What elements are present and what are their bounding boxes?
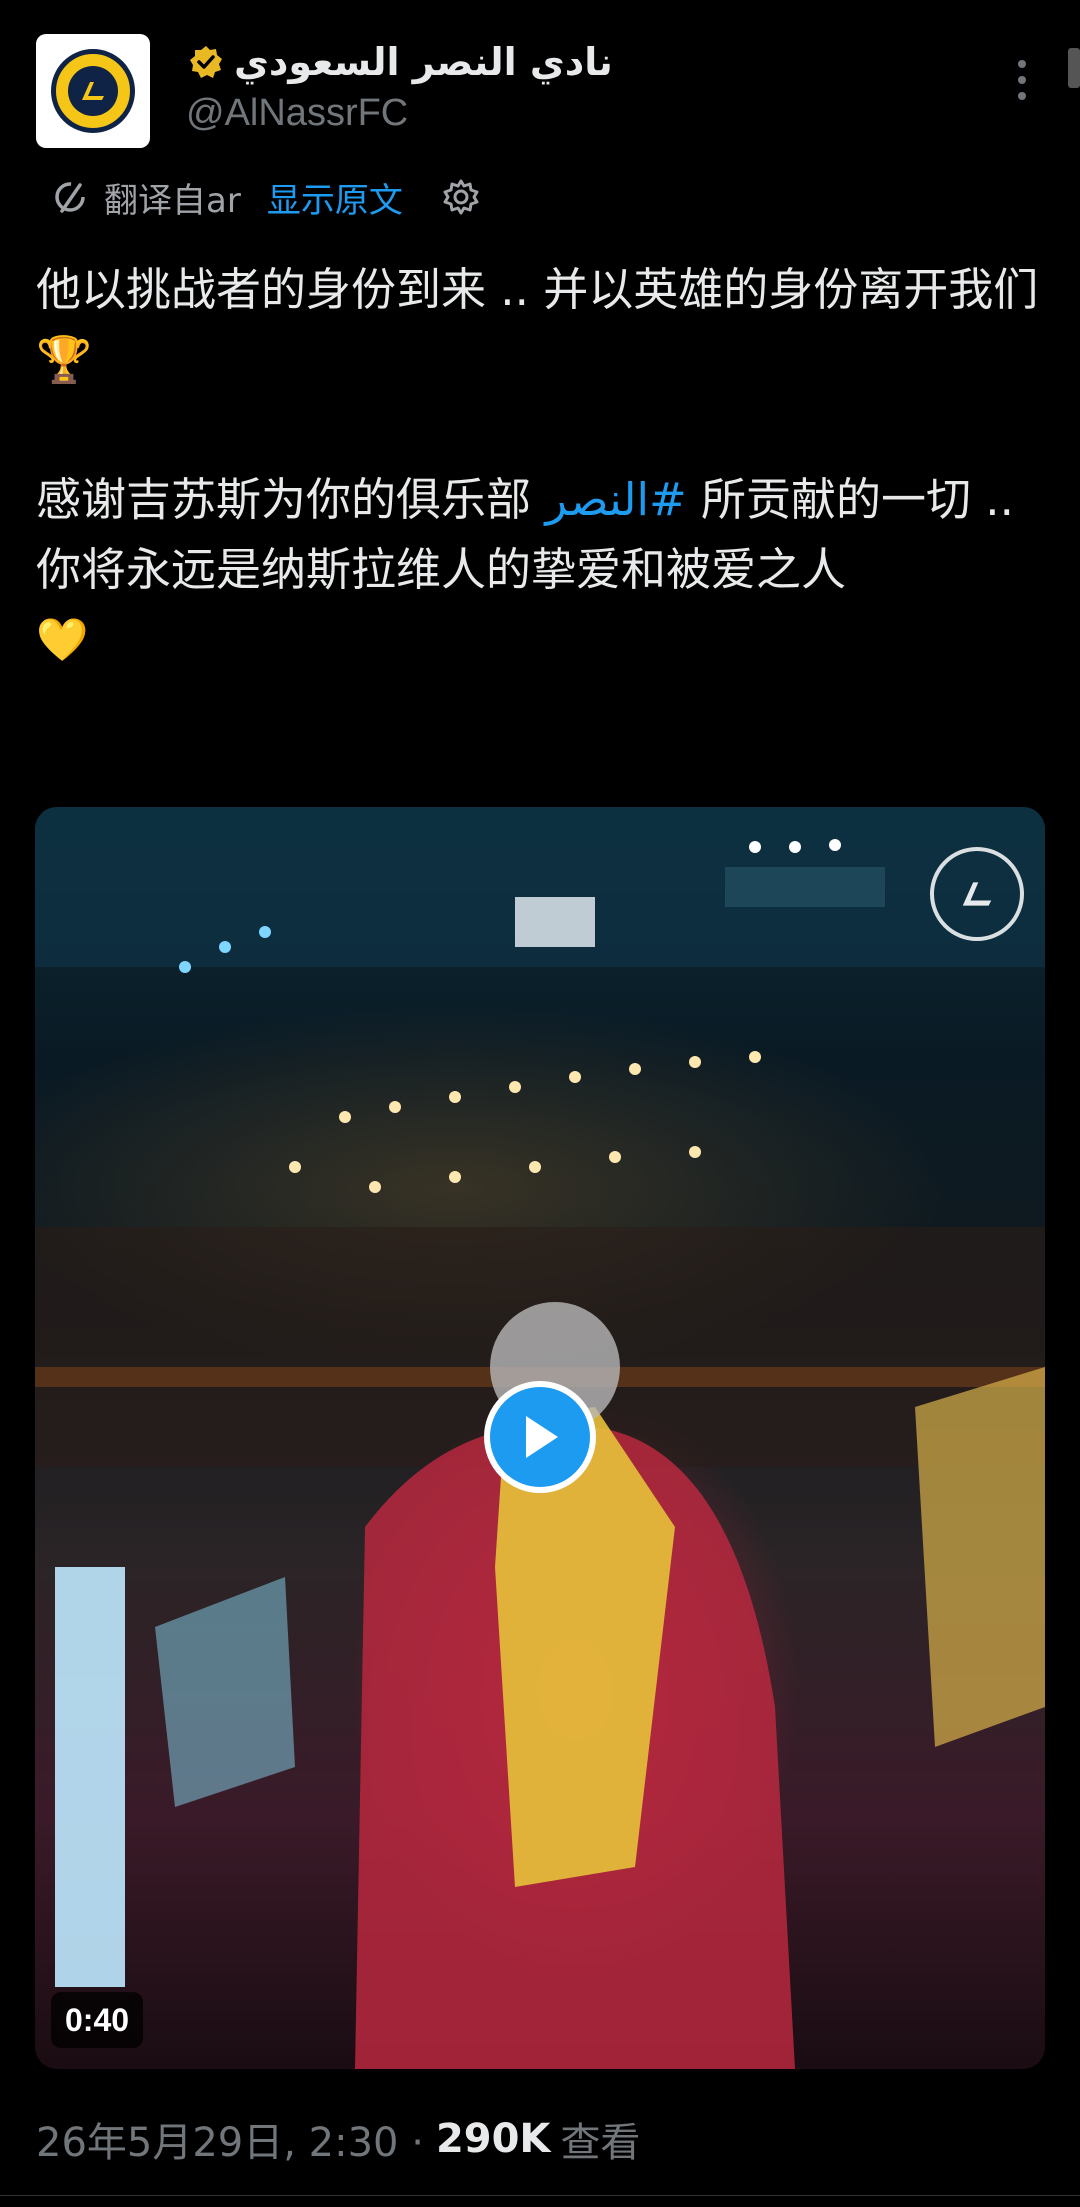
scrollbar-handle	[1068, 48, 1080, 88]
account-handle[interactable]: @AlNassrFC	[186, 92, 408, 135]
video-player[interactable]: 0:40	[35, 807, 1045, 2069]
tweet-line-2-end: 所贡献的一切 ..	[686, 473, 1014, 526]
hashtag-link[interactable]: #النصر	[545, 473, 686, 526]
avatar[interactable]	[36, 34, 150, 148]
yellow-heart-emoji: 💛	[36, 615, 89, 664]
account-name-row[interactable]: نادي النصر السعودي	[188, 38, 613, 86]
more-options-icon[interactable]	[1012, 60, 1032, 100]
divider	[0, 2195, 1080, 2196]
translate-icon	[55, 182, 85, 213]
play-icon	[526, 1416, 558, 1458]
club-logo-icon	[82, 82, 104, 100]
translation-bar: 翻译自ar 显示原文	[50, 172, 481, 222]
views-label: 查看	[560, 2120, 641, 2166]
gear-icon[interactable]	[441, 177, 481, 217]
show-original-link[interactable]: 显示原文	[267, 173, 403, 222]
display-name[interactable]: نادي النصر السعودي	[234, 40, 613, 84]
tweet-meta: 26年5月29日, 2:30 · 290K 查看	[36, 2110, 640, 2168]
club-logo-mark	[68, 66, 118, 116]
tweet-line-2-start: 感谢吉苏斯为你的俱乐部	[36, 473, 546, 526]
tweet-timestamp[interactable]: 26年5月29日, 2:30 ·	[36, 2110, 424, 2168]
video-duration-badge: 0:40	[51, 1992, 144, 2048]
translated-from-label: 翻译自ar	[104, 180, 241, 221]
tweet-line-1: 他以挑战者的身份到来 .. 并以英雄的身份离开我们 🏆	[36, 263, 1039, 386]
tweet-text: 他以挑战者的身份到来 .. 并以英雄的身份离开我们 🏆 感谢吉苏斯为你的俱乐部 …	[36, 255, 1056, 675]
tweet-line-3: 你将永远是纳斯拉维人的挚爱和被爱之人	[36, 543, 847, 596]
tweet-header: نادي النصر السعودي @AlNassrFC	[0, 0, 1080, 175]
play-button[interactable]	[484, 1381, 596, 1493]
verified-badge-icon	[190, 46, 222, 78]
club-logo	[51, 49, 135, 133]
video-watermark-logo	[930, 847, 1024, 941]
views-count: 290K	[435, 2116, 551, 2162]
tweet-line-2: 感谢吉苏斯为你的俱乐部 #النصر 所贡献的一切 ..	[36, 465, 1056, 535]
club-watermark-icon	[962, 882, 992, 906]
